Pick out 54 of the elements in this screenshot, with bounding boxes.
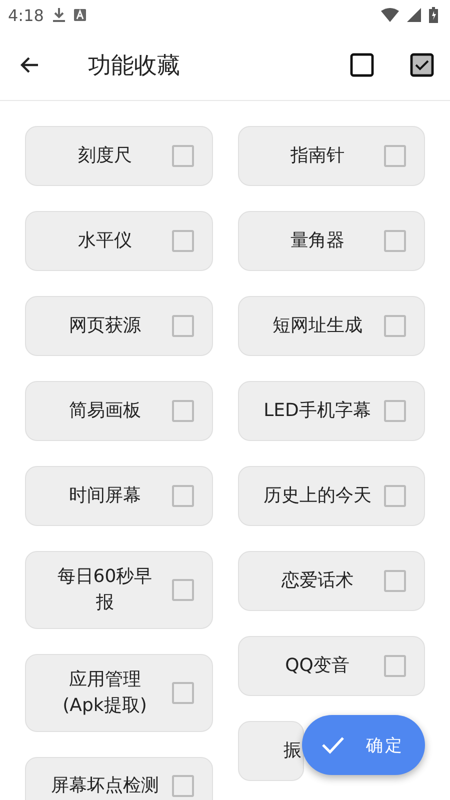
checkbox[interactable] bbox=[172, 400, 194, 422]
feature-item[interactable]: 屏幕坏点检测 bbox=[25, 757, 212, 800]
battery-icon bbox=[429, 7, 438, 23]
checkbox[interactable] bbox=[172, 682, 194, 704]
checkbox[interactable] bbox=[384, 230, 406, 252]
feature-item[interactable]: 时间屏幕 bbox=[25, 466, 212, 526]
feature-label: LED手机字幕 bbox=[264, 399, 371, 423]
feature-item[interactable]: 网页获源 bbox=[25, 296, 212, 356]
feature-item[interactable]: 振 bbox=[238, 721, 304, 781]
checkbox[interactable] bbox=[172, 775, 194, 797]
feature-label: QQ变音 bbox=[285, 654, 350, 678]
feature-item[interactable]: 历史上的今天 bbox=[238, 466, 425, 526]
status-time: 4:18 bbox=[8, 6, 44, 24]
feature-label: 网页获源 bbox=[68, 314, 141, 338]
feature-item[interactable]: 每日60秒早报 bbox=[25, 551, 212, 629]
feature-item[interactable]: 短网址生成 bbox=[238, 296, 425, 356]
feature-label: 每日60秒早报 bbox=[56, 565, 154, 615]
feature-label: 刻度尺 bbox=[78, 144, 132, 168]
checkbox[interactable] bbox=[384, 145, 406, 167]
feature-item[interactable]: LED手机字幕 bbox=[238, 381, 425, 441]
feature-label: 水平仪 bbox=[78, 229, 132, 253]
checkbox[interactable] bbox=[172, 230, 194, 252]
wifi-icon bbox=[381, 8, 399, 22]
checkbox[interactable] bbox=[384, 655, 406, 677]
feature-item[interactable]: 指南针 bbox=[238, 126, 425, 186]
feature-item[interactable]: 刻度尺 bbox=[25, 126, 212, 186]
checkbox[interactable] bbox=[172, 579, 194, 601]
feature-label: 指南针 bbox=[290, 144, 344, 168]
download-icon bbox=[52, 7, 66, 23]
feature-label: 简易画板 bbox=[68, 399, 141, 423]
checkbox[interactable] bbox=[384, 570, 406, 592]
app-notification-icon bbox=[74, 9, 86, 21]
checkbox[interactable] bbox=[172, 315, 194, 337]
feature-item[interactable]: 恋爱话术 bbox=[238, 551, 425, 611]
feature-label: 时间屏幕 bbox=[68, 484, 141, 508]
feature-label: 短网址生成 bbox=[272, 314, 362, 338]
feature-label: 应用管理(Apk提取) bbox=[62, 668, 148, 718]
feature-label: 振 bbox=[284, 739, 302, 763]
feature-label: 量角器 bbox=[290, 229, 344, 253]
page-title: 功能收藏 bbox=[88, 52, 180, 80]
checkbox[interactable] bbox=[172, 145, 194, 167]
feature-label: 屏幕坏点检测 bbox=[50, 774, 159, 798]
feature-item[interactable]: 简易画板 bbox=[25, 381, 212, 441]
signal-icon bbox=[407, 8, 421, 22]
feature-item[interactable]: 量角器 bbox=[238, 211, 425, 271]
feature-label: 恋爱话术 bbox=[281, 569, 354, 593]
checkbox[interactable] bbox=[384, 485, 406, 507]
feature-item[interactable]: QQ变音 bbox=[238, 636, 425, 696]
checkbox[interactable] bbox=[384, 315, 406, 337]
feature-item[interactable]: 应用管理(Apk提取) bbox=[25, 654, 212, 732]
feature-item[interactable]: 水平仪 bbox=[25, 211, 212, 271]
feature-label: 历史上的今天 bbox=[263, 484, 372, 508]
checkbox[interactable] bbox=[384, 400, 406, 422]
checkbox[interactable] bbox=[172, 485, 194, 507]
